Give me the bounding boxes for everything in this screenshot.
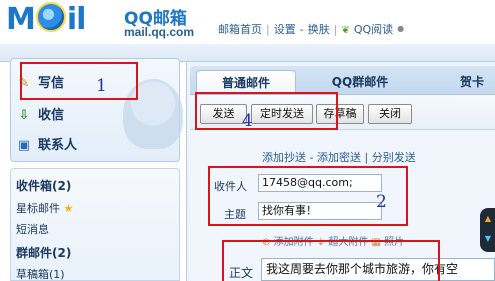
arrow-down-icon[interactable]: ▼ [483,234,493,243]
annotation-number-4: 4 [242,111,253,131]
annotation-box-body [222,240,440,281]
nav-skin[interactable]: 换肤 [308,23,330,36]
recipient-options: 添加抄送 - 添加密送 | 分别发送 [262,149,416,165]
folder-group-mail[interactable]: 群邮件(2) [16,244,71,261]
folder-starred[interactable]: 星标邮件 ★ [16,200,73,216]
annotation-box-toolbar [195,92,338,130]
mail-logo[interactable]: Mil [6,2,116,40]
brand-domain: mail.qq.com [124,25,195,39]
dot-icon: ● [397,24,405,33]
add-cc-link[interactable]: 添加抄送 [262,151,306,164]
star-icon: ★ [63,202,74,215]
sidebar-item-inbox[interactable]: ⇩ 收信 [16,104,64,123]
contacts-icon: ▣ [17,138,31,153]
separate-send-link[interactable]: 分别发送 [372,151,416,164]
sidebar-item-label: 收信 [38,108,65,123]
link-separator: - [309,151,314,164]
folder-drafts[interactable]: 草稿箱(1) [16,266,65,281]
app-header: Mil QQ邮箱 mail.qq.com 邮箱首页 | 设置 - 换肤 | ❦ QQ阅读 ● [0,0,495,44]
sidebar-item-label: 联系人 [38,138,78,153]
sidebar-item-contacts[interactable]: ▣ 联系人 [16,134,77,153]
folder-label: 星标邮件 [16,202,60,215]
nav-qq-reading[interactable]: QQ阅读 [354,23,393,36]
nav-separator-dash: - [299,23,304,36]
top-nav: 邮箱首页 | 设置 - 换肤 | ❦ QQ阅读 ● [216,21,406,37]
folder-short-messages[interactable]: 短消息 [16,221,49,237]
nav-settings[interactable]: 设置 [274,23,296,36]
annotation-number-2: 2 [376,192,387,212]
inbox-icon: ⇩ [18,108,30,123]
sprout-icon: ❦ [341,25,350,36]
tab-normal-mail[interactable]: 普通邮件 [196,70,296,94]
logo-letters-il: il [66,2,87,37]
close-button[interactable]: 关闭 [368,104,412,124]
nav-separator: | [333,23,338,36]
scroll-widget[interactable]: ▲ ▼ [480,208,495,252]
annotation-box-compose [20,62,138,100]
annotation-number-1: 1 [96,76,107,96]
logo-o-icon [35,2,66,32]
logo-letter-m: M [6,2,36,37]
tab-greeting-card[interactable]: 贺卡 [452,70,492,94]
add-bcc-link[interactable]: 添加密送 [317,151,361,164]
nav-separator: | [266,23,270,36]
tab-qq-group-mail[interactable]: QQ群邮件 [318,70,402,94]
arrow-up-icon[interactable]: ▲ [483,214,493,223]
link-separator: | [364,151,369,164]
folder-inbox[interactable]: 收件箱(2) [16,177,71,194]
nav-mail-home[interactable]: 邮箱首页 [218,23,262,36]
